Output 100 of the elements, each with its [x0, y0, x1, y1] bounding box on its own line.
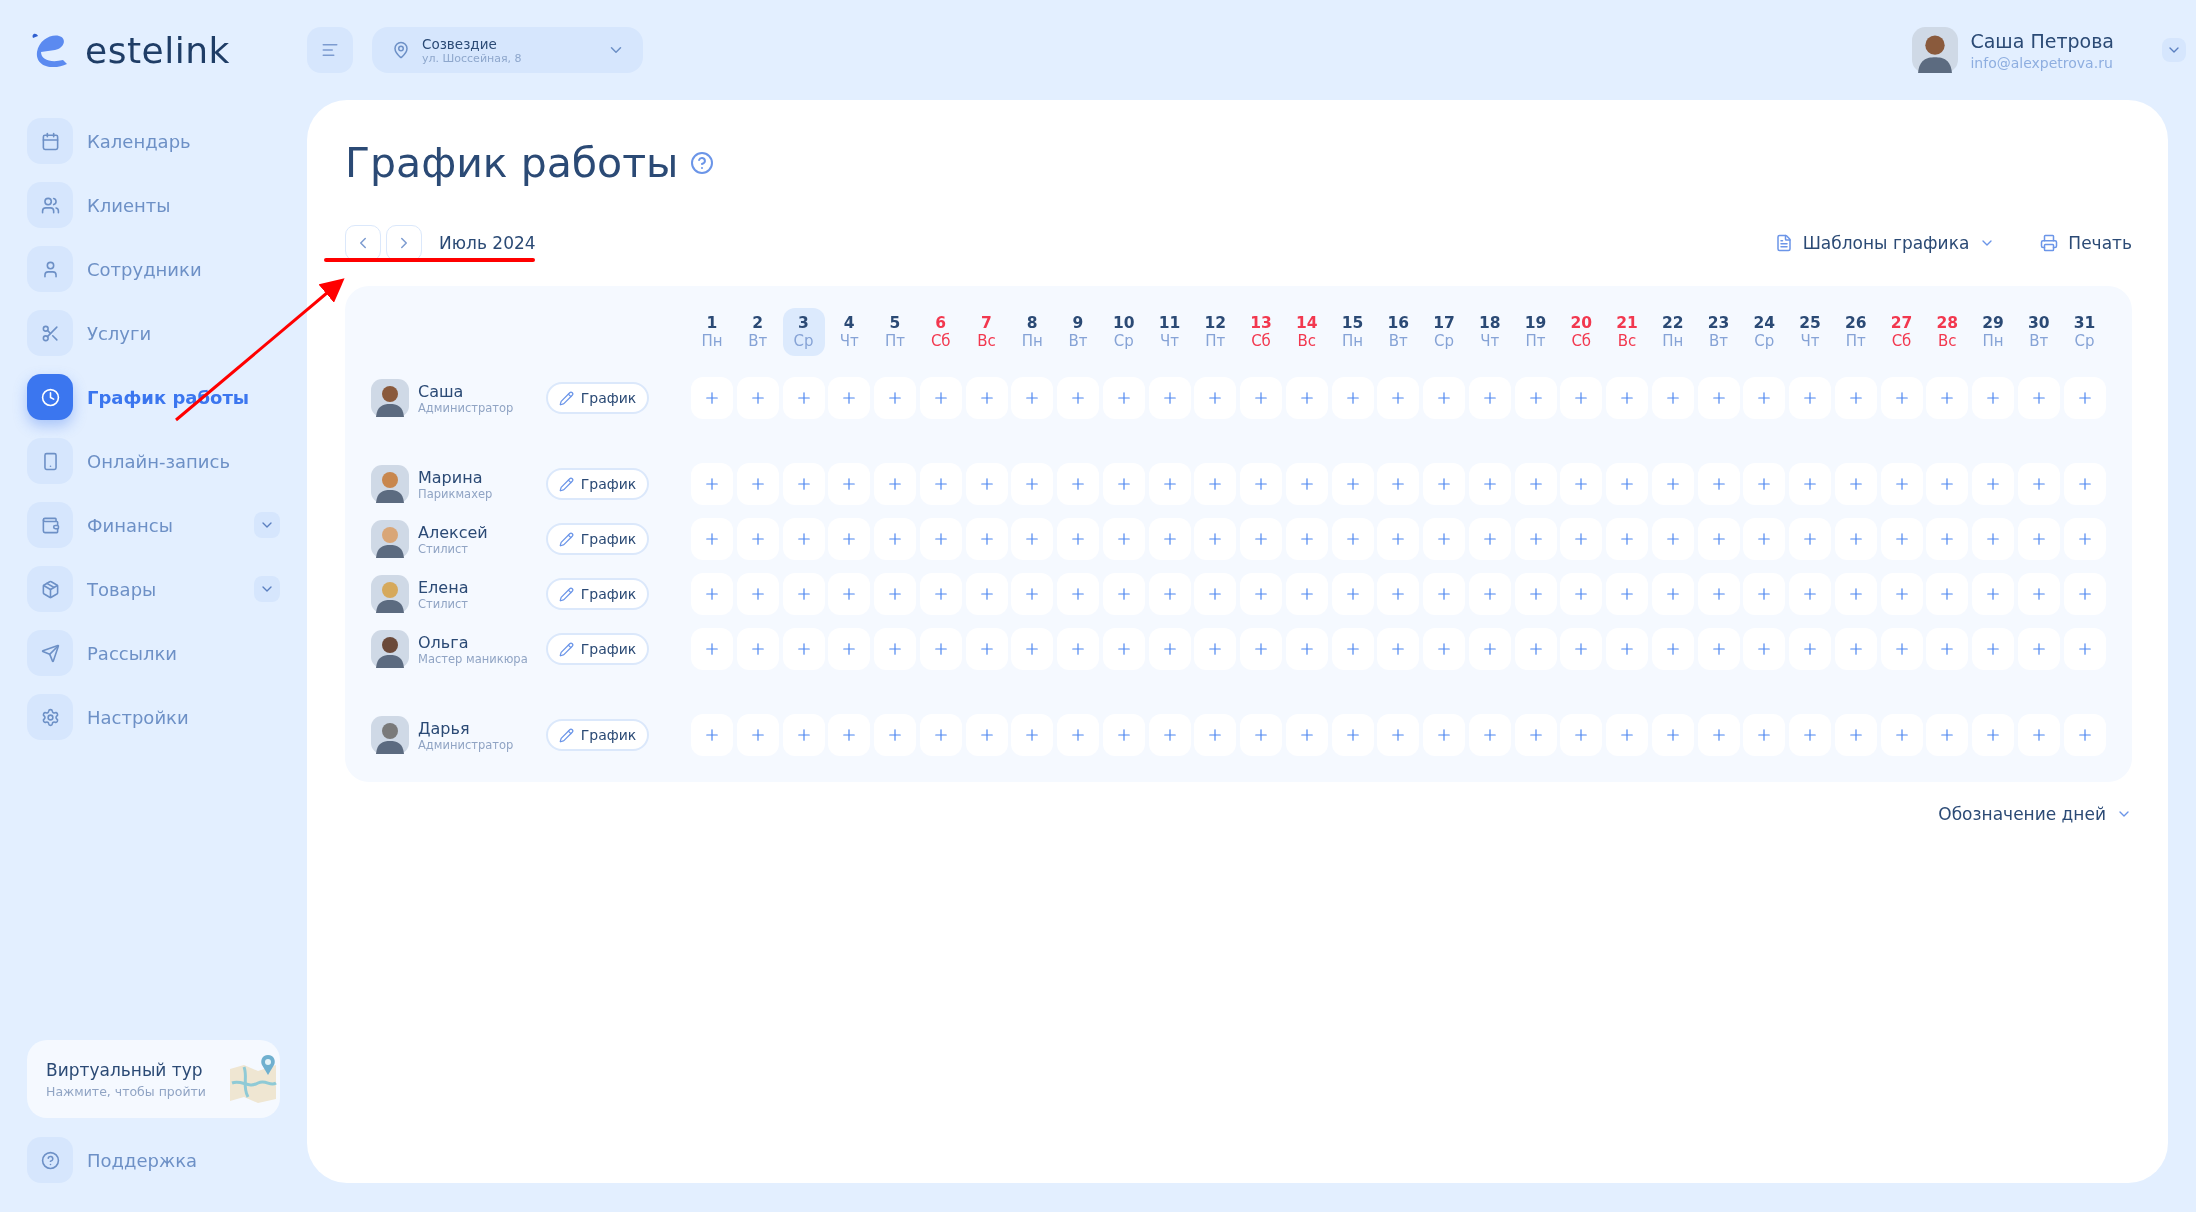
add-shift-button[interactable] [1148, 573, 1191, 615]
add-shift-button[interactable] [1514, 463, 1557, 505]
add-shift-button[interactable] [1285, 628, 1328, 670]
add-shift-button[interactable] [1606, 573, 1648, 615]
add-shift-button[interactable] [1926, 714, 1969, 756]
add-shift-button[interactable] [1331, 377, 1374, 419]
add-shift-button[interactable] [1606, 714, 1648, 756]
add-shift-button[interactable] [919, 463, 962, 505]
add-shift-button[interactable] [736, 518, 779, 560]
add-shift-button[interactable] [1651, 518, 1694, 560]
add-shift-button[interactable] [2017, 628, 2060, 670]
add-shift-button[interactable] [1240, 377, 1282, 419]
add-shift-button[interactable] [1789, 377, 1831, 419]
add-shift-button[interactable] [2063, 377, 2106, 419]
add-shift-button[interactable] [736, 628, 779, 670]
add-shift-button[interactable] [1102, 518, 1145, 560]
add-shift-button[interactable] [1148, 714, 1191, 756]
add-shift-button[interactable] [782, 573, 825, 615]
add-shift-button[interactable] [1285, 573, 1328, 615]
add-shift-button[interactable] [1377, 714, 1420, 756]
add-shift-button[interactable] [965, 714, 1008, 756]
add-shift-button[interactable] [691, 714, 733, 756]
add-shift-button[interactable] [1880, 377, 1923, 419]
add-shift-button[interactable] [1514, 518, 1557, 560]
add-shift-button[interactable] [1651, 628, 1694, 670]
add-shift-button[interactable] [1514, 377, 1557, 419]
add-shift-button[interactable] [1697, 518, 1740, 560]
day-header[interactable]: 16 Вт [1377, 308, 1420, 356]
add-shift-button[interactable] [1743, 573, 1786, 615]
templates-dropdown[interactable]: Шаблоны графика [1774, 233, 1996, 253]
add-shift-button[interactable] [1011, 518, 1054, 560]
add-shift-button[interactable] [1148, 377, 1191, 419]
add-shift-button[interactable] [1468, 518, 1511, 560]
add-shift-button[interactable] [1057, 377, 1099, 419]
add-shift-button[interactable] [1926, 628, 1969, 670]
add-shift-button[interactable] [1743, 628, 1786, 670]
day-header[interactable]: 24 Ср [1743, 308, 1786, 356]
add-shift-button[interactable] [1697, 377, 1740, 419]
add-shift-button[interactable] [919, 573, 962, 615]
add-shift-button[interactable] [1011, 377, 1054, 419]
add-shift-button[interactable] [1926, 573, 1969, 615]
add-shift-button[interactable] [1468, 463, 1511, 505]
add-shift-button[interactable] [1377, 573, 1420, 615]
add-shift-button[interactable] [1194, 463, 1237, 505]
day-header[interactable]: 20 Сб [1560, 308, 1603, 356]
add-shift-button[interactable] [1011, 573, 1054, 615]
add-shift-button[interactable] [1834, 463, 1877, 505]
add-shift-button[interactable] [691, 628, 733, 670]
add-shift-button[interactable] [1331, 573, 1374, 615]
add-shift-button[interactable] [874, 518, 916, 560]
add-shift-button[interactable] [1651, 573, 1694, 615]
add-shift-button[interactable] [1377, 377, 1420, 419]
add-shift-button[interactable] [1560, 628, 1603, 670]
add-shift-button[interactable] [1926, 518, 1969, 560]
edit-schedule-button[interactable]: График [546, 633, 649, 665]
add-shift-button[interactable] [1697, 463, 1740, 505]
help-icon[interactable] [690, 151, 715, 175]
add-shift-button[interactable] [1148, 628, 1191, 670]
day-header[interactable]: 14 Вс [1285, 308, 1328, 356]
add-shift-button[interactable] [1194, 714, 1237, 756]
day-header[interactable]: 30 Вт [2017, 308, 2060, 356]
add-shift-button[interactable] [1560, 714, 1603, 756]
add-shift-button[interactable] [1834, 628, 1877, 670]
day-header[interactable]: 23 Вт [1697, 308, 1740, 356]
edit-schedule-button[interactable]: График [546, 719, 649, 751]
add-shift-button[interactable] [1102, 628, 1145, 670]
add-shift-button[interactable] [1606, 518, 1648, 560]
add-shift-button[interactable] [691, 463, 733, 505]
add-shift-button[interactable] [1468, 628, 1511, 670]
add-shift-button[interactable] [1697, 573, 1740, 615]
add-shift-button[interactable] [736, 377, 779, 419]
day-header[interactable]: 31 Ср [2063, 308, 2106, 356]
add-shift-button[interactable] [1057, 628, 1099, 670]
add-shift-button[interactable] [1926, 377, 1969, 419]
user-menu-button[interactable] [2162, 38, 2186, 62]
add-shift-button[interactable] [1789, 628, 1831, 670]
add-shift-button[interactable] [1102, 377, 1145, 419]
add-shift-button[interactable] [691, 377, 733, 419]
add-shift-button[interactable] [2017, 714, 2060, 756]
day-header[interactable]: 21 Вс [1606, 308, 1648, 356]
day-header[interactable]: 5 Пт [874, 308, 916, 356]
add-shift-button[interactable] [1057, 463, 1099, 505]
expand-button[interactable] [254, 576, 280, 602]
add-shift-button[interactable] [919, 377, 962, 419]
day-header[interactable]: 13 Сб [1240, 308, 1282, 356]
add-shift-button[interactable] [782, 377, 825, 419]
add-shift-button[interactable] [1926, 463, 1969, 505]
next-month-button[interactable] [386, 225, 422, 261]
add-shift-button[interactable] [965, 518, 1008, 560]
add-shift-button[interactable] [828, 628, 871, 670]
add-shift-button[interactable] [1743, 714, 1786, 756]
add-shift-button[interactable] [1011, 463, 1054, 505]
add-shift-button[interactable] [828, 377, 871, 419]
add-shift-button[interactable] [2017, 573, 2060, 615]
day-header[interactable]: 6 Сб [919, 308, 962, 356]
add-shift-button[interactable] [1606, 463, 1648, 505]
add-shift-button[interactable] [1240, 518, 1282, 560]
add-shift-button[interactable] [1240, 714, 1282, 756]
add-shift-button[interactable] [1057, 573, 1099, 615]
add-shift-button[interactable] [828, 518, 871, 560]
